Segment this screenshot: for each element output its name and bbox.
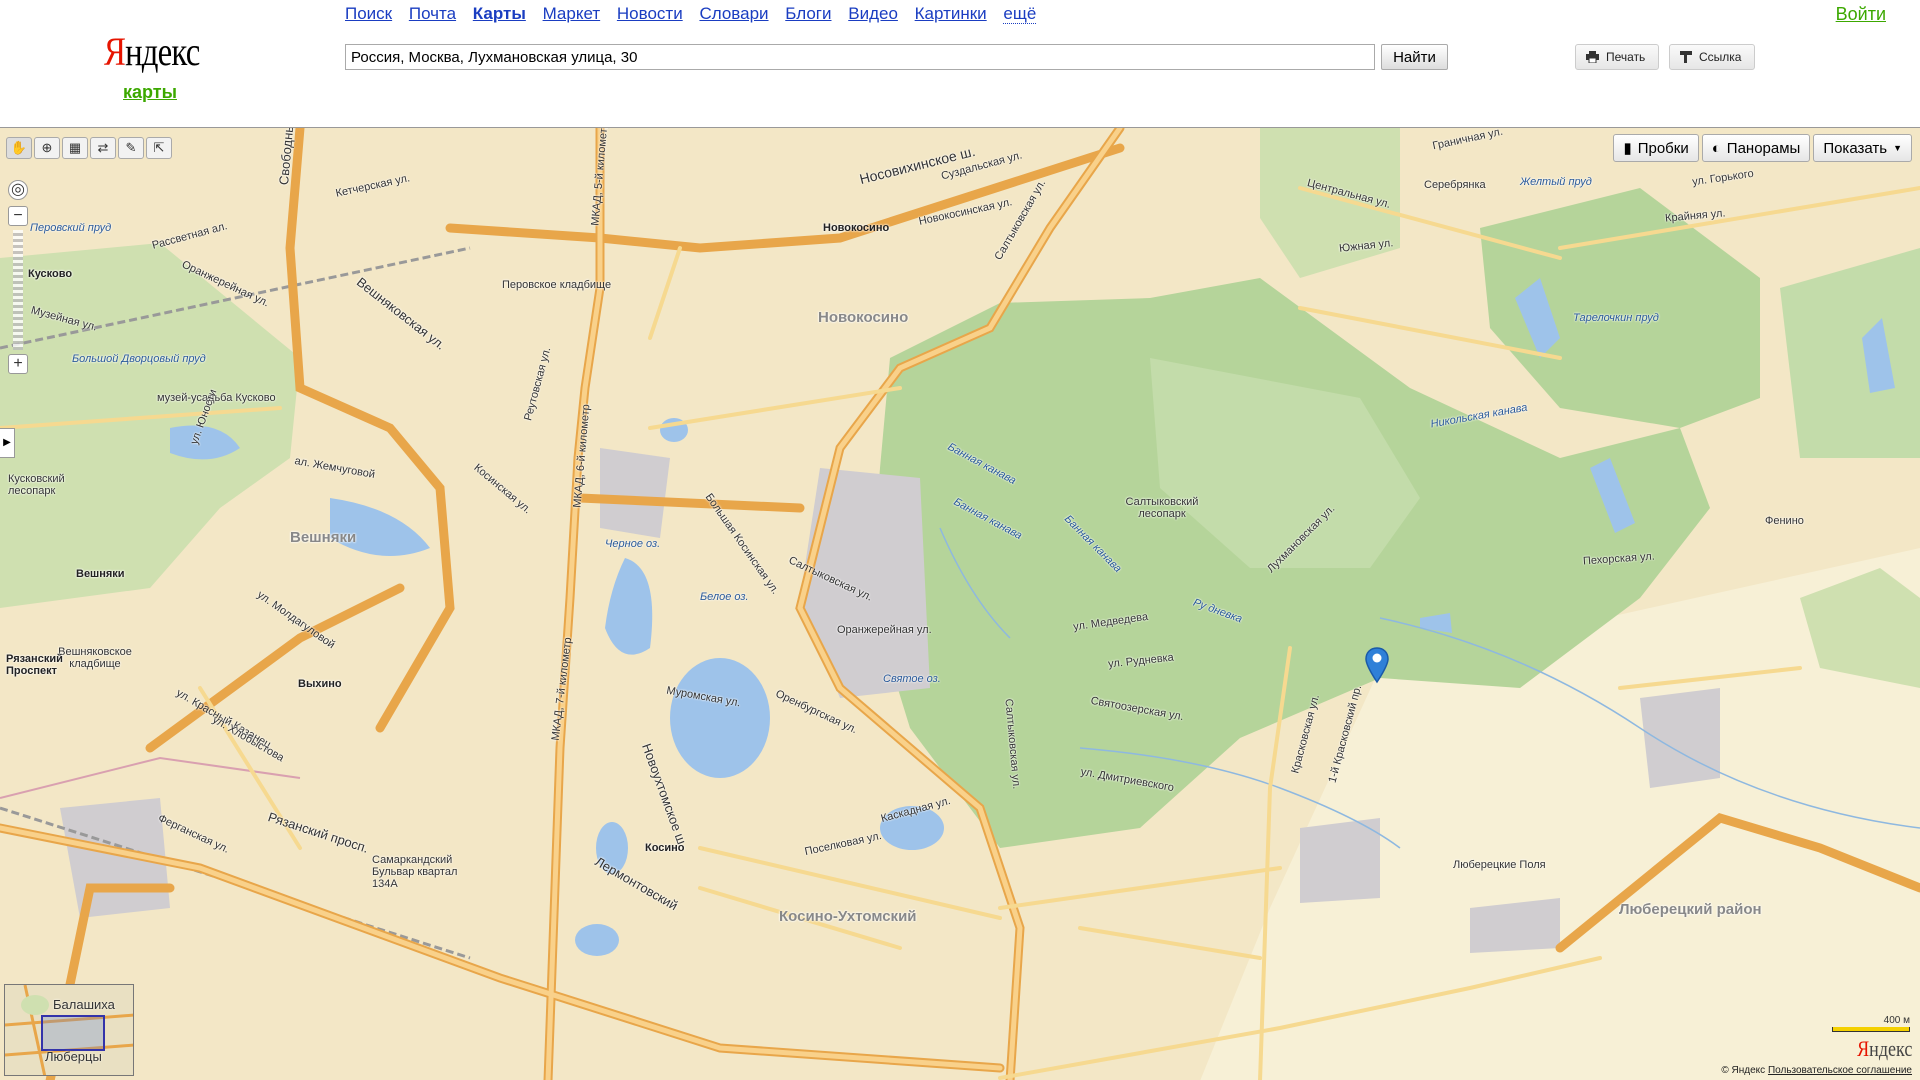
nav-dictionaries[interactable]: Словари — [699, 4, 768, 23]
water-label-bolshoi-dvortsovy: Большой Дворцовый пруд — [72, 353, 206, 365]
poi-label-perovskoe: Перовское кладбище — [502, 279, 612, 291]
side-panel-toggle[interactable]: ▶ — [0, 428, 15, 458]
map-edit-icon[interactable]: ✎ — [118, 137, 144, 159]
panorama-icon: ◐ — [1711, 139, 1721, 157]
top-nav: Поиск Почта Карты Маркет Новости Словари… — [345, 4, 1048, 24]
map-graphics — [0, 128, 1920, 1080]
map-tools: ✋ ⊕ ▦ ⇄ ✎ ⇱ — [6, 137, 172, 159]
print-label: Печать — [1606, 50, 1646, 64]
route-icon[interactable]: ⇄ — [90, 137, 116, 159]
hand-tool-icon[interactable]: ✋ — [6, 137, 32, 159]
minimap-label-balashikha: Балашиха — [53, 997, 115, 1012]
scale-line — [1832, 1027, 1910, 1032]
place-label-fenino: Фенино — [1765, 515, 1804, 527]
service-name-link[interactable]: карты — [123, 82, 177, 103]
place-label-samarkand: Самаркандский Бульвар квартал 134А — [372, 854, 458, 890]
show-label: Показать — [1823, 139, 1888, 157]
show-dropdown[interactable]: Показать ▼ — [1813, 134, 1912, 162]
water-label-chernoe: Черное оз. — [605, 538, 661, 550]
nav-mail[interactable]: Почта — [409, 4, 456, 23]
metro-label-ryazansky[interactable]: Рязанский Проспект — [6, 653, 66, 677]
place-label-lubertsy-fields: Люберецкие Поля — [1453, 859, 1546, 871]
panoramas-label: Панорамы — [1726, 139, 1801, 157]
nav-news[interactable]: Новости — [617, 4, 683, 23]
copyright: © Яндекс Пользовательское соглашение — [1721, 1065, 1912, 1076]
metro-label-vykhino[interactable]: Выхино — [298, 678, 342, 690]
link-button[interactable]: Ссылка — [1669, 44, 1755, 70]
printer-icon — [1586, 51, 1599, 63]
nav-search[interactable]: Поиск — [345, 4, 392, 23]
station-label-veshnyaki[interactable]: Вешняки — [76, 568, 125, 580]
triangle-down-icon: ▼ — [1893, 143, 1902, 153]
station-label-kosino[interactable]: Косино — [645, 842, 685, 854]
water-label-zheltyi: Желтый пруд — [1520, 176, 1592, 188]
ruler-icon[interactable]: ▦ — [62, 137, 88, 159]
scale-label: 400 м — [1883, 1015, 1910, 1026]
water-label-perovsky: Перовский пруд — [30, 222, 112, 234]
map-brand-logo[interactable]: Яндекс — [1857, 1036, 1912, 1062]
map-canvas[interactable]: ✋ ⊕ ▦ ⇄ ✎ ⇱ ▮ Пробки ◐ Панорамы Показать ▼ … — [0, 127, 1920, 1080]
water-label-tarelochkin: Тарелочкин пруд — [1573, 312, 1659, 324]
minimap-viewport[interactable] — [41, 1015, 105, 1051]
agreement-link[interactable]: Пользовательское соглашение — [1768, 1065, 1912, 1076]
metro-label-novokosino[interactable]: Новокосино — [823, 222, 889, 234]
zoom-area-icon[interactable]: ⊕ — [34, 137, 60, 159]
water-label-svyatoe: Святое оз. — [883, 673, 941, 685]
nav-images[interactable]: Картинки — [915, 4, 987, 23]
panoramas-button[interactable]: ◐ Панорамы — [1701, 134, 1811, 162]
district-label-veshnyaki: Вешняки — [290, 529, 357, 546]
pointer-icon[interactable]: ⇱ — [146, 137, 172, 159]
park-label-kuskovsky: Кусковский лесопарк — [8, 473, 65, 497]
street-label-oranzhereinaya: Оранжерейная ул. — [837, 624, 932, 636]
minimap-label-lubertsy: Люберцы — [45, 1049, 102, 1064]
header: Яндекс карты Поиск Почта Карты Маркет Но… — [0, 0, 1920, 127]
print-button[interactable]: Печать — [1575, 44, 1659, 70]
search-input[interactable] — [345, 44, 1375, 70]
link-icon — [1680, 51, 1692, 63]
district-label-novokosino: Новокосино — [818, 309, 909, 326]
district-label-kosino: Косино-Ухтомский — [779, 908, 917, 925]
zoom-in-button[interactable]: + — [8, 354, 28, 374]
place-label-serebryanka: Серебрянка — [1424, 179, 1486, 191]
zoom-control: ◎ − + — [8, 180, 28, 374]
district-label-lubertsy: Люберецкий район — [1619, 901, 1762, 918]
chevron-right-icon: ▶ — [3, 437, 11, 448]
map-pin-icon — [1365, 647, 1389, 684]
layer-buttons: ▮ Пробки ◐ Панорамы Показать ▼ — [1613, 134, 1912, 162]
water-label-beloe: Белое оз. — [700, 591, 749, 603]
traffic-button[interactable]: ▮ Пробки — [1613, 134, 1699, 162]
traffic-light-icon: ▮ — [1623, 140, 1632, 157]
zoom-out-button[interactable]: − — [8, 206, 28, 226]
yandex-logo[interactable]: Яндекс — [104, 28, 200, 75]
traffic-label: Пробки — [1637, 139, 1689, 157]
nav-more[interactable]: ещё — [1003, 4, 1037, 24]
park-label-saltykovsky: Салтыковский лесопарк — [1125, 496, 1199, 520]
search-button[interactable]: Найти — [1381, 44, 1448, 70]
link-label: Ссылка — [1699, 50, 1742, 64]
login-link[interactable]: Войти — [1836, 4, 1886, 25]
minimap[interactable]: Балашиха Люберцы — [4, 984, 134, 1076]
poi-label-veshnyakovskoe: Вешняковское кладбище — [58, 646, 132, 670]
nav-blogs[interactable]: Блоги — [785, 4, 831, 23]
locate-icon[interactable]: ◎ — [8, 180, 28, 200]
station-label-kuskovo[interactable]: Кусково — [28, 268, 72, 280]
nav-market[interactable]: Маркет — [543, 4, 601, 23]
scale-bar: 400 м — [1832, 1015, 1910, 1032]
nav-video[interactable]: Видео — [848, 4, 898, 23]
nav-maps[interactable]: Карты — [473, 4, 526, 23]
zoom-slider[interactable] — [8, 230, 28, 350]
